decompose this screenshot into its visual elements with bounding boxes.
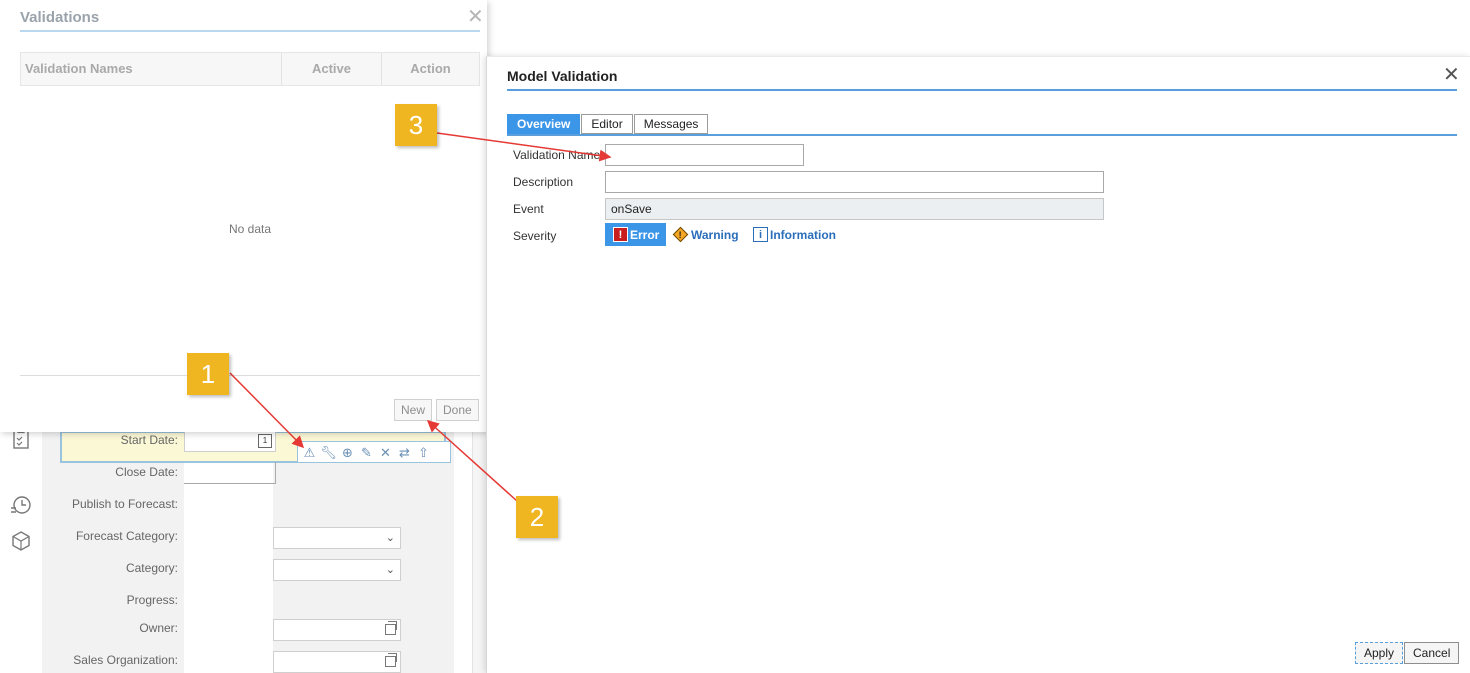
left-sidebar: [0, 420, 40, 673]
error-icon: !: [613, 227, 628, 242]
column-action[interactable]: Action: [381, 53, 479, 85]
forecast-category-label: Forecast Category:: [75, 529, 178, 543]
wrench-icon[interactable]: 🔧︎: [320, 444, 337, 461]
move-up-icon[interactable]: ⇧: [415, 444, 432, 461]
model-validation-dialog: Model Validation ✕ Overview Editor Messa…: [486, 56, 1470, 673]
close-date-label: Close Date:: [115, 465, 178, 479]
open-dialog-icon[interactable]: [385, 653, 397, 667]
add-circle-icon[interactable]: ⊕: [339, 444, 356, 461]
open-dialog-icon[interactable]: [385, 621, 397, 635]
form-right-column: [472, 420, 486, 673]
severity-label: Severity: [513, 229, 557, 243]
description-label: Description: [513, 175, 574, 189]
tab-messages[interactable]: Messages: [633, 114, 709, 134]
tab-editor[interactable]: Editor: [581, 114, 633, 134]
category-label: Category:: [125, 561, 178, 575]
info-icon: i: [753, 227, 768, 242]
severity-warning-label: Warning: [691, 227, 739, 242]
column-active[interactable]: Active: [281, 53, 381, 85]
model-validation-tabs: Overview Editor Messages: [507, 114, 709, 134]
column-validation-names[interactable]: Validation Names: [25, 53, 133, 85]
tab-overview[interactable]: Overview: [507, 114, 581, 134]
model-validation-title: Model Validation: [507, 68, 618, 84]
validation-name-label: Validation Name: [513, 148, 601, 162]
swap-icon[interactable]: ⇄: [396, 444, 413, 461]
field-toolbar: ⚠ 🔧︎ ⊕ ✎ ✕ ⇄ ⇧: [297, 441, 451, 463]
chevron-down-icon: ⌄: [385, 564, 395, 576]
severity-information-label: Information: [770, 227, 836, 242]
pencil-icon[interactable]: ✎: [358, 444, 375, 461]
warning-icon: !: [672, 226, 689, 243]
severity-error-label: Error: [630, 227, 660, 242]
callout-2: 2: [516, 496, 558, 538]
event-label: Event: [513, 202, 544, 216]
severity-error-option[interactable]: ! Error: [605, 223, 666, 246]
empty-table-message: No data: [228, 222, 272, 236]
callout-1: 1: [187, 353, 229, 395]
chevron-down-icon: ⌄: [385, 532, 395, 544]
apply-button[interactable]: Apply: [1355, 642, 1404, 664]
validation-name-input[interactable]: [605, 144, 804, 166]
severity-information-option[interactable]: i Information: [753, 223, 836, 246]
form-value-column: [184, 460, 273, 673]
start-date-input[interactable]: 1: [184, 430, 276, 452]
validations-title: Validations: [20, 9, 100, 26]
owner-label: Owner:: [139, 621, 178, 635]
category-select[interactable]: ⌄: [273, 559, 401, 581]
cube-icon[interactable]: [10, 530, 32, 552]
callout-3: 3: [395, 104, 437, 146]
delete-icon[interactable]: ✕: [377, 444, 394, 461]
severity-warning-option[interactable]: ! Warning: [672, 223, 739, 246]
validations-table-header: Validation Names Active Action: [20, 52, 480, 86]
event-field: onSave: [605, 198, 1104, 220]
forecast-category-select[interactable]: ⌄: [273, 527, 401, 549]
validation-warning-icon[interactable]: ⚠: [301, 444, 318, 461]
owner-input[interactable]: [273, 619, 401, 641]
cancel-button[interactable]: Cancel: [1404, 642, 1460, 664]
close-date-input[interactable]: [184, 462, 276, 484]
sales-organization-label: Sales Organization:: [73, 653, 178, 667]
publish-to-forecast-label: Publish to Forecast:: [71, 497, 178, 511]
close-icon[interactable]: ✕: [1443, 65, 1460, 85]
new-validation-button[interactable]: New: [394, 399, 433, 421]
sales-organization-input[interactable]: [273, 651, 401, 673]
description-input[interactable]: [605, 171, 1104, 193]
done-button[interactable]: Done: [436, 399, 479, 421]
start-date-label: Start Date:: [120, 433, 178, 447]
history-icon[interactable]: [10, 494, 32, 516]
calendar-icon[interactable]: 1: [258, 434, 272, 448]
progress-label: Progress:: [126, 593, 178, 607]
close-icon[interactable]: ✕: [467, 7, 484, 27]
validations-dialog: Validations ✕ Validation Names Active Ac…: [0, 0, 487, 432]
